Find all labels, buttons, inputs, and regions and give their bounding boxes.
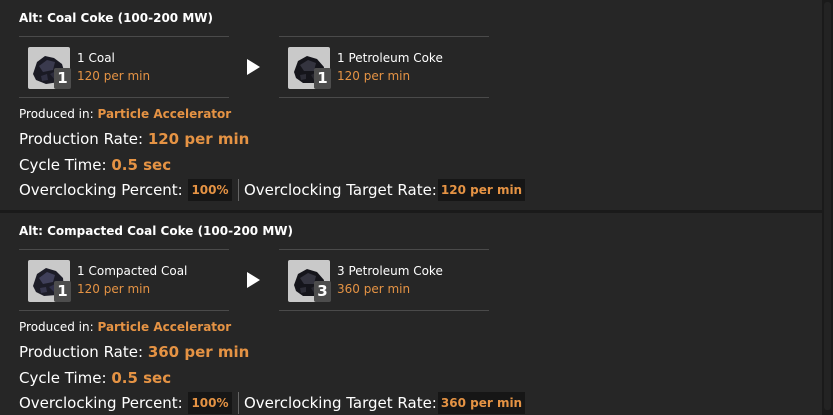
play-arrow-icon — [247, 272, 260, 288]
input-quantity-badge: 1 — [54, 68, 71, 89]
overclocking-percent-input[interactable]: 100% — [188, 392, 232, 414]
output-item-rate: 360 per min — [337, 282, 411, 296]
divider — [238, 392, 239, 414]
recipe-card-compacted-coal-coke: Alt: Compacted Coal Coke (100-200 MW) 1 … — [0, 213, 822, 415]
output-quantity-badge: 3 — [314, 281, 331, 302]
production-rate: Production Rate: 120 per min — [19, 130, 249, 148]
input-item-rate: 120 per min — [77, 69, 151, 83]
produced-in: Produced in: Particle Accelerator — [19, 107, 231, 121]
recipe-title: Alt: Compacted Coal Coke (100-200 MW) — [19, 224, 293, 238]
output-item-rate: 120 per min — [337, 69, 411, 83]
cycle-time: Cycle Time: 0.5 sec — [19, 369, 171, 387]
production-rate-value: 360 per min — [147, 343, 250, 361]
input-item-name: 1 Coal — [77, 51, 115, 65]
input-item-name: 1 Compacted Coal — [77, 264, 188, 278]
input-quantity-badge: 1 — [54, 281, 71, 302]
recipe-title: Alt: Coal Coke (100-200 MW) — [19, 11, 213, 25]
scrollbar-thumb[interactable] — [824, 2, 831, 410]
building-link[interactable]: Particle Accelerator — [97, 107, 231, 121]
recipe-list: Alt: Coal Coke (100-200 MW) 1 1 Coal 120… — [0, 0, 833, 415]
output-item-name: 3 Petroleum Coke — [337, 264, 443, 278]
overclocking-target-label: Overclocking Target Rate: — [244, 394, 437, 412]
input-item-rate: 120 per min — [77, 282, 151, 296]
output-quantity-badge: 1 — [314, 68, 331, 89]
vertical-scrollbar[interactable] — [822, 0, 833, 415]
cycle-time-label: Cycle Time: — [19, 369, 107, 387]
produced-in-label: Produced in: — [19, 320, 94, 334]
overclocking-target-input[interactable]: 120 per min — [438, 179, 525, 201]
overclocking-percent-input[interactable]: 100% — [188, 179, 232, 201]
overclocking-target-label: Overclocking Target Rate: — [244, 181, 437, 199]
production-rate: Production Rate: 360 per min — [19, 343, 249, 361]
output-slot: 3 3 Petroleum Coke 360 per min — [279, 249, 489, 311]
cycle-time-label: Cycle Time: — [19, 156, 107, 174]
output-item-name: 1 Petroleum Coke — [337, 51, 443, 65]
input-slot: 1 1 Compacted Coal 120 per min — [19, 249, 229, 311]
cycle-time-value: 0.5 sec — [111, 369, 172, 387]
overclocking-target-input[interactable]: 360 per min — [438, 392, 525, 414]
building-link[interactable]: Particle Accelerator — [97, 320, 231, 334]
output-slot: 1 1 Petroleum Coke 120 per min — [279, 36, 489, 98]
cycle-time: Cycle Time: 0.5 sec — [19, 156, 171, 174]
divider — [238, 179, 239, 201]
produced-in-label: Produced in: — [19, 107, 94, 121]
production-rate-value: 120 per min — [147, 130, 250, 148]
production-rate-label: Production Rate: — [19, 343, 144, 361]
input-slot: 1 1 Coal 120 per min — [19, 36, 229, 98]
play-arrow-icon — [247, 59, 260, 75]
produced-in: Produced in: Particle Accelerator — [19, 320, 231, 334]
recipe-card-coal-coke: Alt: Coal Coke (100-200 MW) 1 1 Coal 120… — [0, 0, 822, 210]
overclocking-percent-label: Overclocking Percent: — [19, 181, 183, 199]
cycle-time-value: 0.5 sec — [111, 156, 172, 174]
production-rate-label: Production Rate: — [19, 130, 144, 148]
overclocking-percent-label: Overclocking Percent: — [19, 394, 183, 412]
